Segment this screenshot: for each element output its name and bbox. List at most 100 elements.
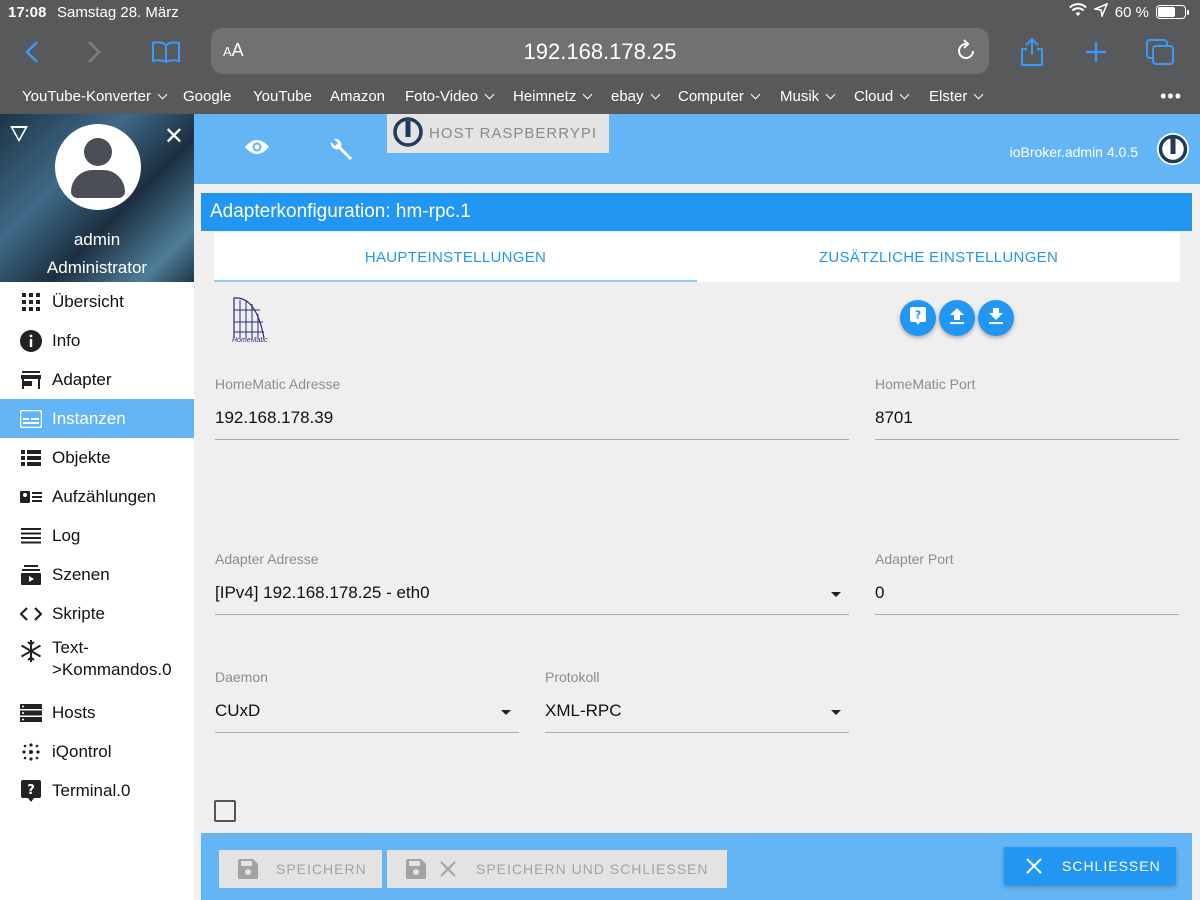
tab-haupteinstellungen[interactable]: HAUPTEINSTELLUNGEN (214, 232, 697, 282)
scenes-icon (20, 564, 42, 586)
avatar (55, 124, 141, 210)
sidebar-item-szenen[interactable]: Szenen (0, 555, 194, 594)
status-date: Samstag 28. März (57, 4, 179, 21)
sidebar-item-instanzen[interactable]: Instanzen (0, 399, 194, 438)
sidebar-item-skripte[interactable]: Skripte (0, 594, 194, 633)
tabs-overview-icon[interactable] (1140, 34, 1180, 70)
close-button[interactable]: SCHLIESSEN (1004, 847, 1176, 885)
wifi-icon (1068, 3, 1087, 21)
sidebar-item-label: Objekte (52, 447, 111, 467)
protocol-select[interactable]: XML-RPC (545, 693, 849, 733)
close-icon[interactable]: ✕ (164, 122, 184, 151)
bookmark-foto-video[interactable]: Foto-Video (405, 88, 495, 105)
dropdown-arrow-icon (831, 592, 841, 597)
options-checkbox[interactable] (214, 800, 236, 822)
sidebar-item-aufzaehlungen[interactable]: Aufzählungen (0, 477, 194, 516)
sidebar-item-uebersicht[interactable]: Übersicht (0, 282, 194, 321)
save-button[interactable]: SPEICHERN (219, 850, 382, 888)
svg-text:?: ? (915, 308, 921, 321)
forward-icon[interactable] (74, 34, 114, 70)
iobroker-logo-icon (393, 116, 423, 151)
code-icon (20, 603, 42, 625)
save-and-close-button[interactable]: SPEICHERN UND SCHLIESSEN (387, 850, 727, 888)
host-selector[interactable]: HOST RASPBERRYPI (387, 114, 609, 153)
tab-zusaetzliche-einstellungen[interactable]: ZUSÄTZLICHE EINSTELLUNGEN (697, 232, 1180, 282)
chevron-down-icon (899, 89, 910, 99)
sidebar-item-label: Text->Kommandos.0 (52, 638, 172, 679)
upload-button[interactable] (939, 300, 975, 336)
sidebar-item-log[interactable]: Log (0, 516, 194, 555)
grid-icon (20, 291, 42, 313)
sidebar-item-label: Terminal.0 (52, 780, 131, 800)
enum-icon (20, 486, 42, 508)
sidebar-item-iqontrol[interactable]: iQontrol (0, 732, 194, 771)
chevron-down-icon (973, 89, 984, 99)
new-tab-icon[interactable] (1076, 34, 1116, 70)
battery-percent: 60 % (1114, 3, 1149, 21)
sidebar-item-info[interactable]: Info (0, 321, 194, 360)
sidebar-item-label: Skripte (52, 603, 105, 623)
status-time: 17:08 (8, 4, 47, 21)
browser-toolbar: AA 192.168.178.25 (0, 24, 1200, 80)
reload-icon[interactable] (953, 38, 979, 64)
app-header: HOST RASPBERRYPI ioBroker.admin 4.0.5 (194, 114, 1200, 184)
sidebar-item-hosts[interactable]: Hosts (0, 693, 194, 732)
bookmark-cloud[interactable]: Cloud (854, 88, 910, 105)
floppy-disk-icon (238, 859, 258, 879)
bookmark-amazon[interactable]: Amazon (330, 88, 385, 105)
footer-bar: SPEICHERN SPEICHERN UND SCHLIESSEN SCHLI… (201, 833, 1192, 900)
daemon-select[interactable]: CUxD (215, 693, 519, 733)
hm-port-label: HomeMatic Port (875, 376, 976, 392)
page-title: Adapterkonfiguration: hm-rpc.1 (201, 193, 1192, 231)
download-button[interactable] (978, 300, 1014, 336)
sidebar-item-label: Info (52, 330, 81, 350)
bookmark-computer[interactable]: Computer (678, 88, 761, 105)
sidebar: ✕ admin Administrator Übersicht Info Ada… (0, 114, 194, 900)
hm-port-input[interactable]: 8701 (875, 400, 1179, 440)
floppy-disk-icon (406, 859, 426, 879)
collapse-triangle-icon[interactable] (10, 126, 28, 142)
bookmarks-bar: YouTube-Konverter Google YouTube Amazon … (0, 80, 1200, 114)
back-icon[interactable] (12, 34, 52, 70)
help-button[interactable]: ? (900, 300, 936, 336)
wrench-icon[interactable] (328, 136, 354, 167)
store-icon (20, 369, 42, 391)
sidebar-item-label: Aufzählungen (52, 486, 156, 506)
bookmark-heimnetz[interactable]: Heimnetz (513, 88, 593, 105)
more-icon[interactable]: ••• (1160, 86, 1182, 107)
host-name: HOST RASPBERRYPI (429, 125, 597, 142)
adapter-address-select[interactable]: [IPv4] 192.168.178.25 - eth0 (215, 575, 849, 615)
log-icon (20, 525, 42, 547)
location-icon (1092, 2, 1109, 21)
user-panel: ✕ admin Administrator (0, 114, 194, 282)
bookmark-ebay[interactable]: ebay (611, 88, 660, 105)
url-text: 192.168.178.25 (523, 39, 677, 64)
user-name: admin (73, 230, 121, 249)
hm-address-input[interactable]: 192.168.178.39 (215, 400, 849, 440)
bookmark-elster[interactable]: Elster (929, 88, 984, 105)
adapter-port-input[interactable]: 0 (875, 575, 1179, 615)
share-icon[interactable] (1012, 34, 1052, 70)
sidebar-item-label: Szenen (52, 564, 110, 584)
address-bar[interactable]: AA 192.168.178.25 (211, 28, 989, 74)
bookmark-musik[interactable]: Musik (780, 88, 836, 105)
chevron-down-icon (650, 89, 660, 99)
instances-icon (20, 408, 42, 430)
bookmark-youtube[interactable]: YouTube (253, 88, 312, 105)
upload-icon (950, 307, 964, 329)
bookmark-google[interactable]: Google (183, 88, 231, 105)
sidebar-item-label: Instanzen (52, 408, 126, 428)
bookmarks-book-icon[interactable] (146, 34, 186, 70)
sidebar-item-adapter[interactable]: Adapter (0, 360, 194, 399)
sidebar-item-terminal[interactable]: ? Terminal.0 (0, 771, 194, 810)
close-icon (440, 861, 456, 877)
sidebar-item-objekte[interactable]: Objekte (0, 438, 194, 477)
chevron-down-icon (825, 89, 836, 99)
eye-icon[interactable] (244, 138, 270, 161)
dots-icon (20, 741, 42, 763)
bookmark-youtube-konverter[interactable]: YouTube-Konverter (22, 88, 168, 105)
sidebar-item-label: Hosts (52, 702, 96, 722)
sidebar-item-text-kommandos[interactable]: Text->Kommandos.0 (0, 633, 194, 683)
adapter-port-label: Adapter Port (875, 551, 954, 567)
admin-version: ioBroker.admin 4.0.5 (1009, 144, 1138, 160)
